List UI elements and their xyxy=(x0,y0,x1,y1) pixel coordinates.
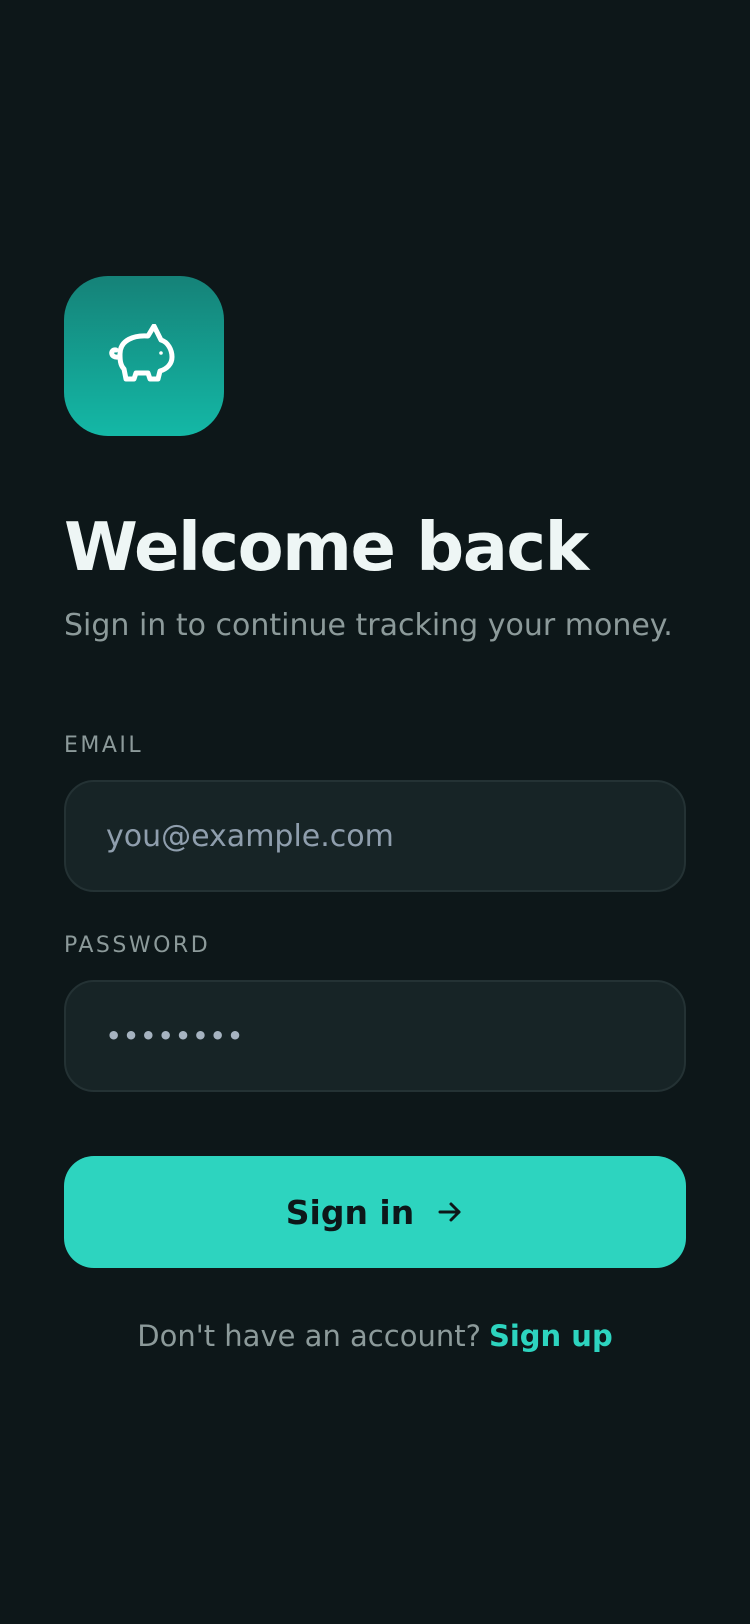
app-logo xyxy=(64,276,224,436)
page-subtitle: Sign in to continue tracking your money. xyxy=(64,608,673,643)
sign-in-button-label: Sign in xyxy=(285,1192,415,1232)
email-field[interactable]: you@example.com xyxy=(64,780,686,892)
sign-up-prompt: Don't have an account? Sign up xyxy=(64,1316,686,1356)
sign-up-link[interactable]: Sign up xyxy=(489,1319,613,1353)
password-field[interactable]: •••••••• xyxy=(64,980,686,1092)
password-value: •••••••• xyxy=(106,1022,245,1050)
piggy-bank-icon xyxy=(109,324,175,382)
email-label: EMAIL xyxy=(64,733,144,758)
password-label: PASSWORD xyxy=(64,933,211,958)
sign-in-button[interactable]: Sign in xyxy=(64,1156,686,1268)
sign-up-prompt-text: Don't have an account? xyxy=(137,1319,481,1353)
sign-in-screen: Welcome back Sign in to continue trackin… xyxy=(64,276,686,1356)
email-placeholder: you@example.com xyxy=(106,818,394,854)
arrow-right-icon xyxy=(436,1198,464,1226)
page-title: Welcome back xyxy=(64,508,589,586)
